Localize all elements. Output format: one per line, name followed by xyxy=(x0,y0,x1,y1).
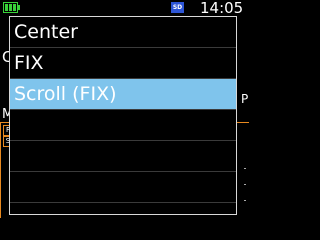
menu-item-center[interactable]: Center xyxy=(10,17,236,48)
menu-item-empty xyxy=(10,110,236,141)
menu-item-empty xyxy=(10,141,236,172)
dropdown-menu: Center FIX Scroll (FIX) xyxy=(9,16,237,215)
scale-tick xyxy=(244,184,246,185)
menu-item-fix[interactable]: FIX xyxy=(10,48,236,79)
scale-tick xyxy=(244,168,246,169)
sd-card-icon: SD xyxy=(171,2,184,13)
status-bar: SD 14:05 xyxy=(0,0,250,17)
background-label-p: P xyxy=(241,92,249,106)
menu-item-scroll-fix[interactable]: Scroll (FIX) xyxy=(10,79,236,110)
menu-item-empty xyxy=(10,172,236,203)
clock: 14:05 xyxy=(200,0,244,17)
scale-tick xyxy=(244,200,246,201)
battery-icon xyxy=(3,2,20,13)
